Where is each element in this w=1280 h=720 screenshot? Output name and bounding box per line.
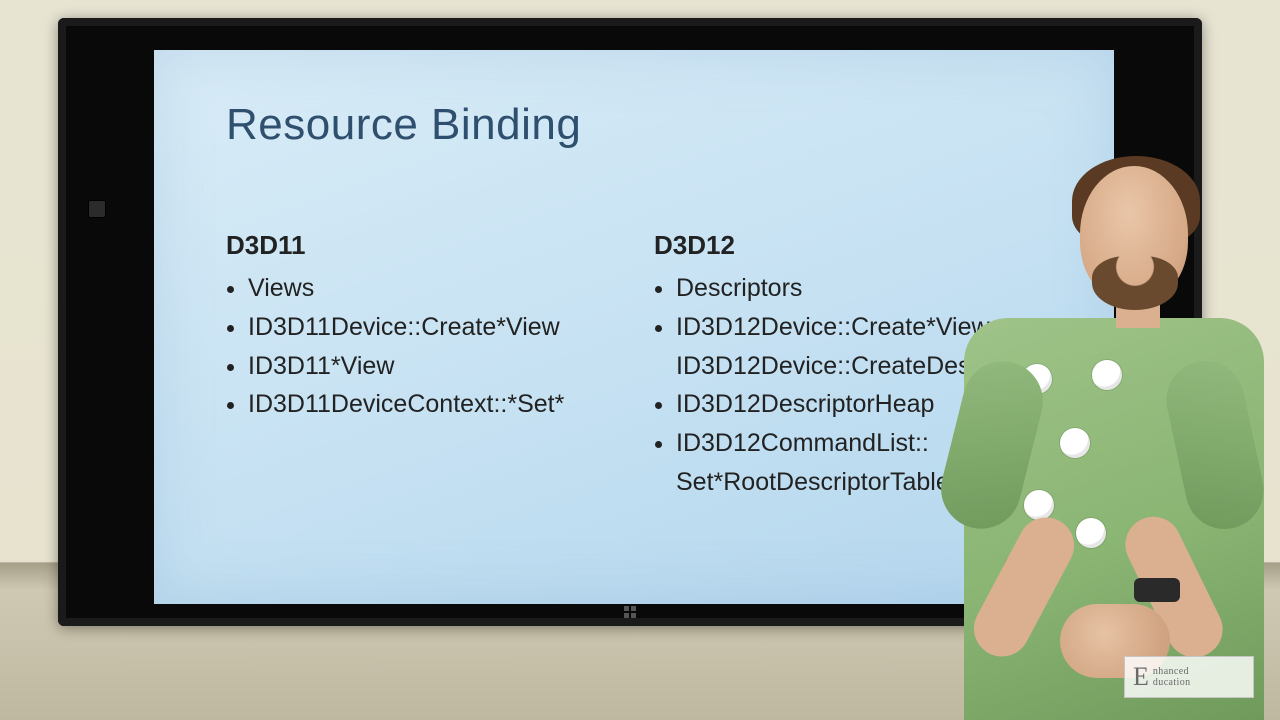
presenter-beard — [1092, 256, 1178, 310]
scene-root: Resource Binding D3D11 Views ID3D11Devic… — [0, 0, 1280, 720]
heading-d3d11: D3D11 — [226, 230, 666, 261]
list-item: ID3D11*View — [248, 347, 666, 386]
watermark-line: nhanced — [1153, 666, 1189, 677]
shirt-graphic-icon — [1076, 518, 1106, 548]
wristwatch-icon — [1134, 578, 1180, 602]
watermark-badge: E nhanced ducation — [1124, 656, 1254, 698]
list-item: Views — [248, 269, 666, 308]
presenter — [964, 160, 1244, 720]
windows-logo-icon — [624, 606, 636, 618]
shirt-graphic-icon — [1060, 428, 1090, 458]
shirt-graphic-icon — [1092, 360, 1122, 390]
bezel-button-left — [88, 200, 106, 218]
list-item: ID3D11Device::Create*View — [248, 308, 666, 347]
watermark-initial: E — [1133, 664, 1149, 690]
column-d3d11: D3D11 Views ID3D11Device::Create*View ID… — [226, 230, 666, 424]
list-item: ID3D11DeviceContext::*Set* — [248, 385, 666, 424]
watermark-text: nhanced ducation — [1153, 666, 1191, 688]
shirt-graphic-icon — [1024, 490, 1054, 520]
slide-title: Resource Binding — [226, 100, 581, 150]
list-d3d11: Views ID3D11Device::Create*View ID3D11*V… — [226, 269, 666, 424]
watermark-line: ducation — [1153, 677, 1191, 688]
